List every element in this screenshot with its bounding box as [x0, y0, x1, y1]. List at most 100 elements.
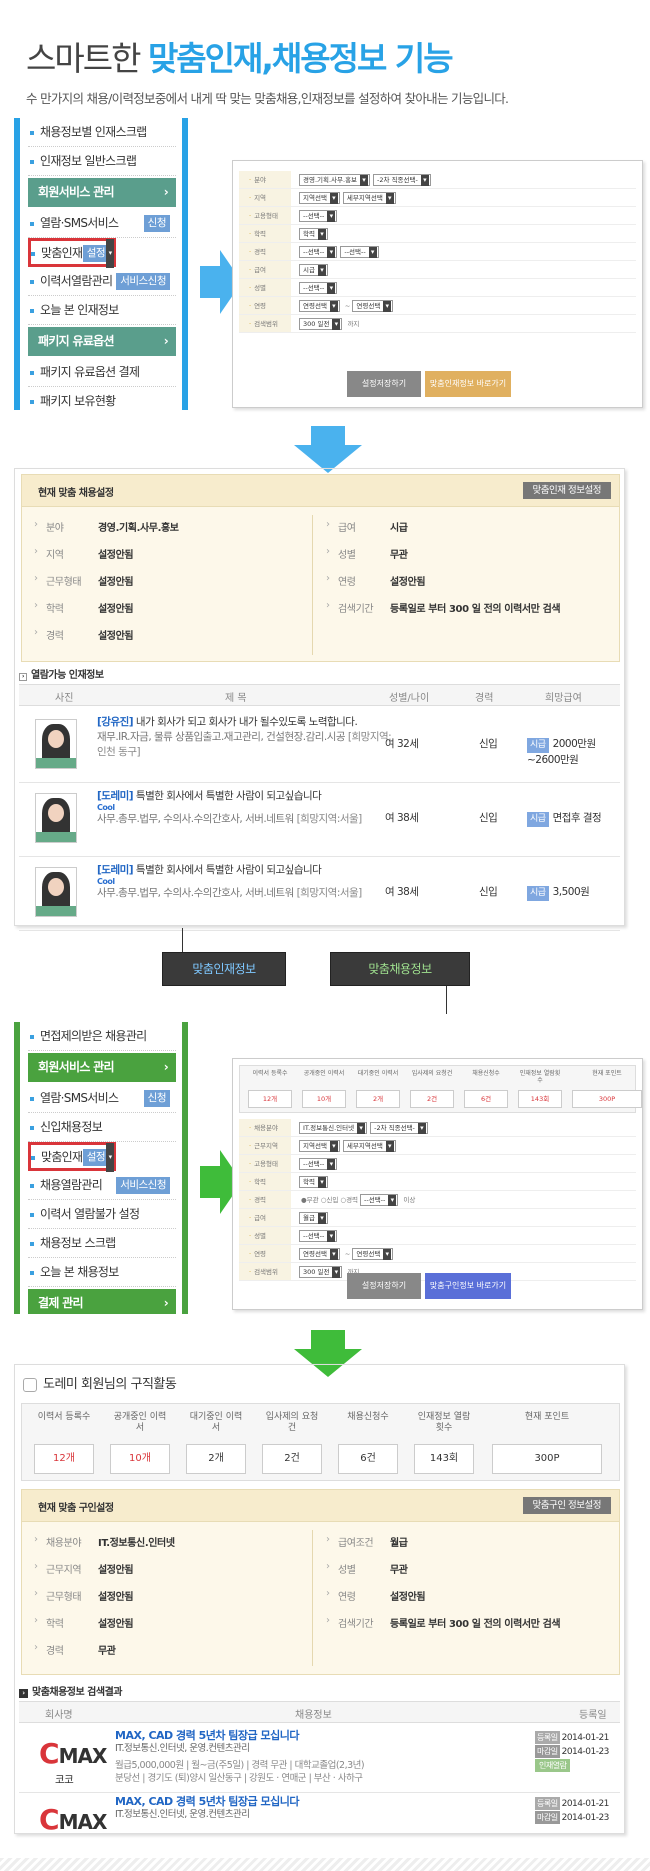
sidebar-item[interactable]: 맞춤인재정보 설정	[28, 238, 117, 268]
form-select[interactable]: --선택--	[299, 210, 338, 222]
talent-title[interactable]: 내가 회사가 되고 회사가 내가 될수있도록 노력합니다.	[133, 716, 358, 728]
goto-button[interactable]: 맞춤인재정보 바로가기	[425, 371, 511, 397]
form-select[interactable]: 연령선택	[352, 1248, 394, 1260]
goto-button[interactable]: 맞춤구인정보 바로가기	[425, 1273, 511, 1299]
stat-value: 12개	[248, 1090, 292, 1108]
sidebar-item-tag[interactable]: 서비스신청	[116, 273, 170, 290]
sidebar-section[interactable]: 패키지 유료옵션	[28, 327, 176, 356]
setting-value: 설정안됨	[390, 1592, 426, 1603]
form-select[interactable]: -2차 직종선택-	[370, 1122, 428, 1134]
sidebar-item[interactable]: 패키지 유료옵션 결제	[28, 358, 176, 387]
table-row[interactable]: CMAX MAX, CAD 경력 5년차 팀장급 모십니다 IT.정보통신.인터넷,…	[19, 1793, 620, 1833]
sidebar-section[interactable]: 회원서비스 관리	[28, 1053, 176, 1082]
sidebar-section[interactable]: 결제 관리	[28, 1289, 176, 1314]
stat-item: 대기중인 이력서 2개	[186, 1412, 246, 1474]
sidebar-item[interactable]: 이력서열람관리 서비스신청	[28, 267, 176, 296]
form-select[interactable]: 세부지역선택	[342, 1140, 396, 1152]
form-select[interactable]: --선택--	[340, 246, 379, 258]
setting-button[interactable]: 맞춤인재 정보설정	[522, 482, 611, 499]
table-row[interactable]: [도레미] 특별한 회사에서 특별한 사람이 되고싶습니다 Cool 사무.총무.법…	[19, 783, 620, 857]
row-content[interactable]: [도레미] 특별한 회사에서 특별한 사람이 되고싶습니다 Cool 사무.총무.법…	[97, 863, 397, 901]
talent-region: [희망지역:서울]	[293, 887, 363, 899]
form-select[interactable]: --선택--	[299, 1158, 338, 1170]
setting-key: 근무형태	[34, 1588, 98, 1603]
form-text: ~	[344, 1250, 351, 1258]
talent-title[interactable]: 특별한 회사에서 특별한 사람이 되고싶습니다	[133, 864, 322, 876]
form-row: 학력 학력	[239, 1173, 636, 1191]
row-content[interactable]: [강유진] 내가 회사가 되고 회사가 내가 될수있도록 노력합니다. 재무.IR…	[97, 715, 397, 760]
setting-key: 분야	[34, 519, 98, 534]
form-select[interactable]: 연령선택	[299, 1248, 340, 1260]
stat-label: 공개중인 이력서	[303, 1070, 345, 1077]
stat-value: 143회	[414, 1444, 474, 1474]
form-select[interactable]: --선택--	[360, 1194, 399, 1206]
form-select[interactable]: 학력	[299, 1176, 328, 1188]
form-select[interactable]: --선택--	[299, 246, 338, 258]
stat-value: 143회	[518, 1090, 562, 1108]
form-select[interactable]: 시급	[299, 264, 328, 276]
stat-label: 현재 포인트	[592, 1070, 622, 1077]
form-select[interactable]: 300 일전	[299, 318, 343, 330]
sidebar-item[interactable]: 오늘 본 채용정보	[28, 1258, 176, 1287]
talent-name[interactable]: [강유진]	[97, 716, 134, 728]
form-select[interactable]: 연령선택	[299, 300, 340, 312]
setting-value: 설정안됨	[390, 577, 426, 588]
job-content[interactable]: MAX, CAD 경력 5년차 팀장급 모십니다 IT.정보통신.인터넷, 운영.…	[115, 1795, 495, 1821]
form-select[interactable]: --선택--	[299, 282, 338, 294]
sidebar-item[interactable]: 면접제의받은 채용관리	[28, 1022, 176, 1051]
form-select[interactable]: 학력	[299, 228, 328, 240]
setting-key: 검색기간	[326, 600, 390, 615]
form-select[interactable]: 300 일전	[299, 1266, 343, 1278]
talent-title[interactable]: 특별한 회사에서 특별한 사람이 되고싶습니다	[133, 790, 322, 802]
sidebar-item[interactable]: 채용정보별 인재스크랩	[28, 118, 176, 147]
sidebar-item[interactable]: 오늘 본 인재정보	[28, 296, 176, 325]
sidebar-item[interactable]: 패키지 보유현황	[28, 387, 176, 410]
table-row[interactable]: [강유진] 내가 회사가 되고 회사가 내가 될수있도록 노력합니다. 재무.IR…	[19, 709, 620, 783]
job-content[interactable]: MAX, CAD 경력 5년차 팀장급 모십니다 IT.정보통신.인터넷, 운영.…	[115, 1729, 495, 1785]
job-title[interactable]: MAX, CAD 경력 5년차 팀장급 모십니다	[115, 1729, 495, 1742]
sidebar-item-tag[interactable]: 설정	[82, 1149, 110, 1166]
sidebar-menu: 채용정보별 인재스크랩인재정보 일반스크랩회원서비스 관리열람·SMS서비스 신청…	[28, 118, 176, 410]
sidebar-item[interactable]: 채용정보 스크랩	[28, 1229, 176, 1258]
sidebar-section[interactable]: 회원서비스 관리	[28, 178, 176, 207]
sidebar-item[interactable]: 인재정보 일반스크랩	[28, 147, 176, 176]
job-title[interactable]: MAX, CAD 경력 5년차 팀장급 모십니다	[115, 1795, 495, 1808]
form-select[interactable]: 월급	[299, 1212, 328, 1224]
sidebar-item[interactable]: 열람·SMS서비스 신청	[28, 209, 176, 238]
save-button[interactable]: 설정저장하기	[347, 371, 421, 397]
stat-item: 공개중인 이력서 10개	[110, 1412, 170, 1474]
save-button[interactable]: 설정저장하기	[347, 1273, 421, 1299]
form-select[interactable]: IT.정보통신.인터넷	[299, 1122, 368, 1134]
sidebar-item-label: 패키지 보유현황	[40, 394, 116, 408]
form-select[interactable]: --선택--	[299, 1230, 338, 1242]
sidebar-item-tag[interactable]: 서비스신청	[116, 1177, 170, 1194]
callout-talent: 맞춤인재정보	[162, 952, 286, 986]
talent-name[interactable]: [도레미]	[97, 790, 134, 802]
form-select[interactable]: 연령선택	[352, 300, 394, 312]
form-select[interactable]: -2차 직종선택-	[373, 174, 431, 186]
sidebar-item-tag[interactable]: 설정	[82, 245, 110, 262]
table-row[interactable]: CMAX 코코 MAX, CAD 경력 5년차 팀장급 모십니다 IT.정보통신.인터…	[19, 1727, 620, 1793]
title-highlight: 맞춤인재,채용정보 기능	[147, 39, 454, 78]
form-row-controls: 연령선택~연령선택	[299, 300, 396, 312]
talent-career: 신입	[479, 812, 498, 824]
talent-name[interactable]: [도레미]	[97, 864, 134, 876]
form-select[interactable]: 지역선택	[299, 192, 340, 204]
form-select[interactable]: 지역선택	[299, 1140, 340, 1152]
sidebar-item-tag[interactable]: 신청	[143, 215, 170, 232]
sidebar-item[interactable]: 신입채용정보	[28, 1113, 176, 1142]
setting-button[interactable]: 맞춤구인 정보설정	[522, 1497, 611, 1514]
company-name[interactable]: 코코	[55, 1773, 74, 1788]
sidebar-item-tag[interactable]: 신청	[143, 1090, 170, 1107]
form-select[interactable]: 세부지역선택	[342, 192, 396, 204]
sidebar-item[interactable]: 채용열람관리 서비스신청	[28, 1171, 176, 1200]
form-row-label: 고용형태	[239, 207, 291, 224]
form-select[interactable]: 경영.기획.사무.홍보	[299, 174, 371, 186]
table-row[interactable]: [도레미] 특별한 회사에서 특별한 사람이 되고싶습니다 Cool 사무.총무.법…	[19, 857, 620, 931]
form-row: 고용형태 --선택--	[239, 1155, 636, 1173]
sidebar-item[interactable]: 열람·SMS서비스 신청	[28, 1084, 176, 1113]
sidebar-item[interactable]: 이력서 열람불가 설정	[28, 1200, 176, 1229]
row-content[interactable]: [도레미] 특별한 회사에서 특별한 사람이 되고싶습니다 Cool 사무.총무.법…	[97, 789, 397, 827]
sidebar-item[interactable]: 맞춤인재정보 설정	[28, 1142, 117, 1172]
reg-date: 2014-01-21	[561, 1733, 610, 1743]
